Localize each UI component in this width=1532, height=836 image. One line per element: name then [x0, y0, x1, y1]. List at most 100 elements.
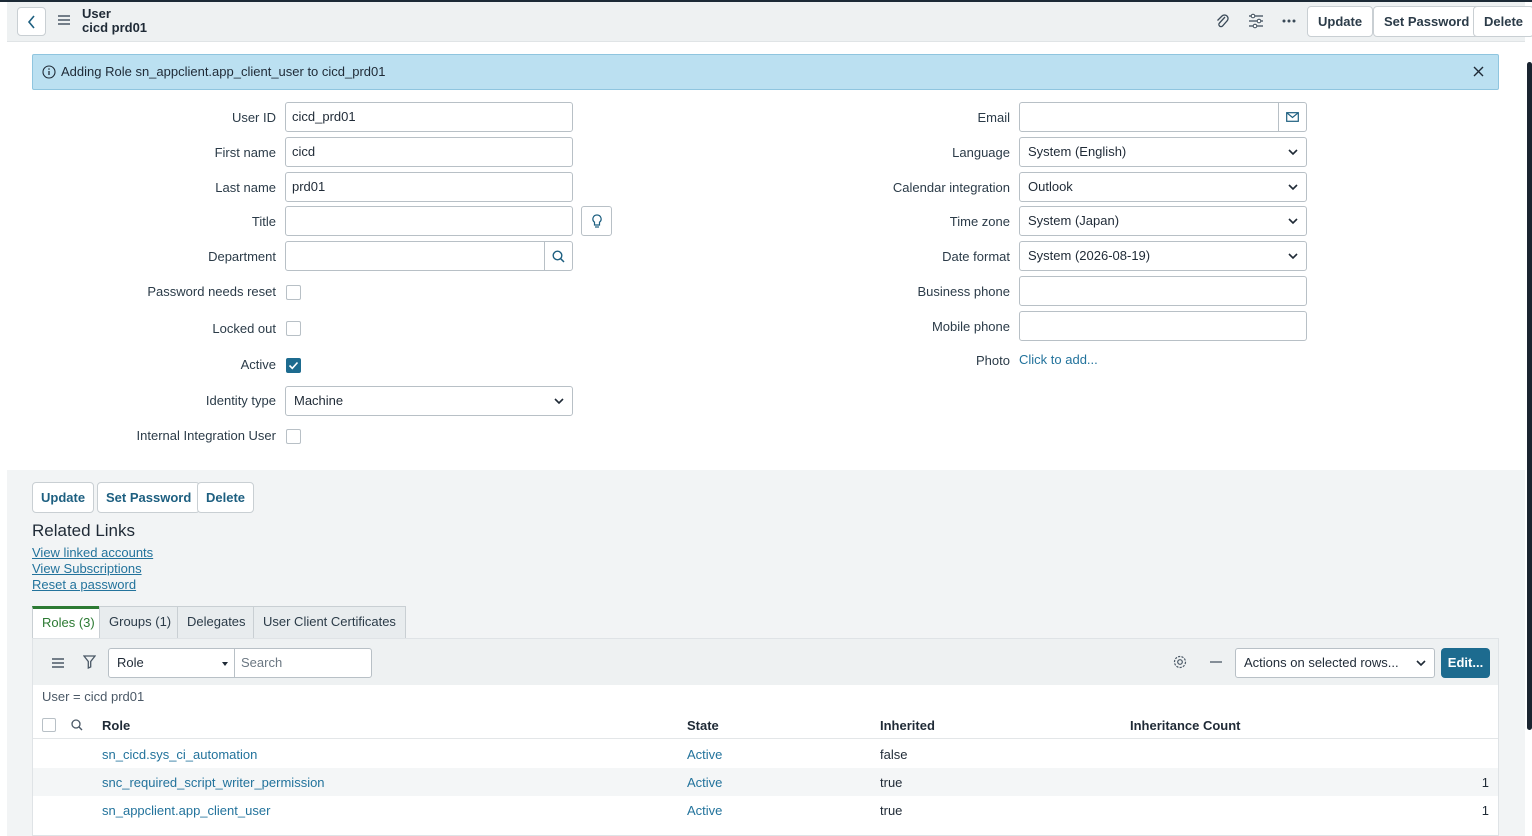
inherited-value: false [880, 747, 908, 762]
password-needs-reset-checkbox[interactable] [286, 285, 301, 300]
record-type: User [82, 6, 111, 21]
close-icon[interactable] [1473, 66, 1484, 77]
column-header-inherited[interactable]: Inherited [880, 718, 935, 733]
send-email-button[interactable] [1278, 102, 1307, 132]
calendar-integration-label: Calendar integration [892, 180, 1010, 195]
edit-button[interactable]: Edit... [1441, 648, 1490, 678]
calendar-integration-select[interactable]: Outlook [1019, 172, 1307, 202]
form-header: User cicd prd01 Update Set Password Dele… [7, 2, 1532, 42]
time-zone-value: System (Japan) [1028, 213, 1120, 228]
chevron-down-icon [1288, 253, 1298, 260]
back-button[interactable] [17, 7, 46, 36]
related-link-view-linked-accounts[interactable]: View linked accounts [32, 545, 153, 560]
tab-groups[interactable]: Groups (1) [99, 606, 182, 638]
role-link[interactable]: sn_appclient.app_client_user [102, 803, 270, 818]
first-name-field[interactable]: cicd [285, 137, 573, 167]
form-update-button[interactable]: Update [32, 482, 95, 513]
filter-icon[interactable] [83, 655, 96, 669]
photo-add-link[interactable]: Click to add... [1019, 352, 1098, 367]
column-header-state[interactable]: State [687, 718, 719, 733]
form-delete-button[interactable]: Delete [197, 482, 255, 513]
context-menu-icon[interactable] [58, 15, 70, 25]
lightbulb-icon [591, 213, 602, 228]
photo-label: Photo [976, 353, 1010, 368]
password-needs-reset-label: Password needs reset [147, 284, 276, 299]
paperclip-icon[interactable] [1215, 13, 1229, 29]
column-header-role[interactable]: Role [102, 718, 130, 733]
language-select[interactable]: System (English) [1019, 137, 1307, 167]
more-options-icon[interactable] [1282, 19, 1296, 23]
email-field[interactable] [1019, 102, 1279, 132]
record-title: User cicd prd01 [82, 7, 147, 35]
identity-type-value: Machine [294, 393, 344, 408]
personalize-icon[interactable] [1248, 13, 1264, 29]
tab-delegates[interactable]: Delegates [177, 606, 256, 638]
select-all-checkbox[interactable] [42, 718, 56, 732]
active-label: Active [240, 357, 276, 372]
first-name-label: First name [214, 145, 276, 160]
delete-button[interactable]: Delete [1473, 6, 1532, 37]
inheritance-count-value: 1 [1481, 803, 1489, 818]
title-label: Title [251, 214, 276, 229]
state-value[interactable]: Active [687, 775, 722, 790]
user-id-label: User ID [231, 110, 276, 125]
suggestion-button[interactable] [581, 206, 612, 236]
business-phone-label: Business phone [917, 284, 1010, 299]
table-row: snc_required_script_writer_permission Ac… [33, 768, 1498, 796]
language-label: Language [952, 145, 1010, 160]
list-breadcrumb[interactable]: User = cicd prd01 [42, 689, 144, 704]
table-row: sn_cicd.sys_ci_automation Active false [33, 740, 1498, 768]
time-zone-select[interactable]: System (Japan) [1019, 206, 1307, 236]
active-checkbox[interactable] [286, 358, 301, 373]
search-field-value: Role [117, 655, 144, 670]
related-link-view-subscriptions[interactable]: View Subscriptions [32, 561, 142, 576]
department-lookup-button[interactable] [544, 241, 573, 271]
internal-integration-user-label: Internal Integration User [136, 428, 276, 443]
list-toolbar: Role Search Actions on selected rows... … [33, 639, 1498, 685]
mobile-phone-field[interactable] [1019, 311, 1307, 341]
set-password-button[interactable]: Set Password [1373, 6, 1481, 37]
inherited-value: true [880, 803, 903, 818]
form-set-password-button[interactable]: Set Password [97, 482, 201, 513]
tab-user-client-certificates[interactable]: User Client Certificates [253, 606, 406, 638]
banner-message: Adding Role sn_appclient.app_client_user… [61, 64, 386, 79]
user-id-field[interactable]: cicd_prd01 [285, 102, 573, 132]
gear-icon[interactable] [1173, 655, 1187, 669]
role-link[interactable]: snc_required_script_writer_permission [102, 775, 325, 790]
chevron-down-icon [1416, 660, 1426, 667]
actions-select[interactable]: Actions on selected rows... [1235, 648, 1435, 678]
column-header-inheritance-count[interactable]: Inheritance Count [1130, 718, 1241, 733]
language-value: System (English) [1028, 144, 1127, 159]
role-link[interactable]: sn_cicd.sys_ci_automation [102, 747, 257, 762]
mobile-phone-label: Mobile phone [931, 319, 1010, 334]
search-icon[interactable] [71, 719, 83, 731]
department-field[interactable] [285, 241, 545, 271]
identity-type-select[interactable]: Machine [285, 386, 573, 416]
date-format-select[interactable]: System (2026-08-19) [1019, 241, 1307, 271]
update-button[interactable]: Update [1307, 6, 1374, 37]
collapse-icon[interactable] [1210, 661, 1222, 663]
list-search-input[interactable]: Search [234, 648, 372, 678]
record-name: cicd prd01 [82, 20, 148, 35]
search-field-select[interactable]: Role [108, 648, 235, 678]
list-menu-icon[interactable] [52, 658, 64, 668]
related-link-reset-password[interactable]: Reset a password [32, 577, 136, 592]
state-value[interactable]: Active [687, 747, 722, 762]
internal-integration-user-checkbox[interactable] [286, 429, 301, 444]
date-format-label: Date format [942, 249, 1010, 264]
locked-out-checkbox[interactable] [286, 321, 301, 336]
department-label: Department [208, 249, 276, 264]
chevron-down-icon [554, 398, 564, 405]
title-field[interactable] [285, 206, 573, 236]
tab-roles[interactable]: Roles (3) [32, 606, 105, 638]
time-zone-label: Time zone [949, 214, 1010, 229]
business-phone-field[interactable] [1019, 276, 1307, 306]
state-value[interactable]: Active [687, 803, 722, 818]
envelope-icon [1286, 112, 1299, 122]
last-name-field[interactable]: prd01 [285, 172, 573, 202]
page-scrollbar[interactable] [1527, 62, 1532, 730]
chevron-down-icon [1288, 218, 1298, 225]
email-label: Email [977, 110, 1010, 125]
actions-select-value: Actions on selected rows... [1244, 655, 1399, 670]
related-links-title: Related Links [32, 521, 136, 540]
